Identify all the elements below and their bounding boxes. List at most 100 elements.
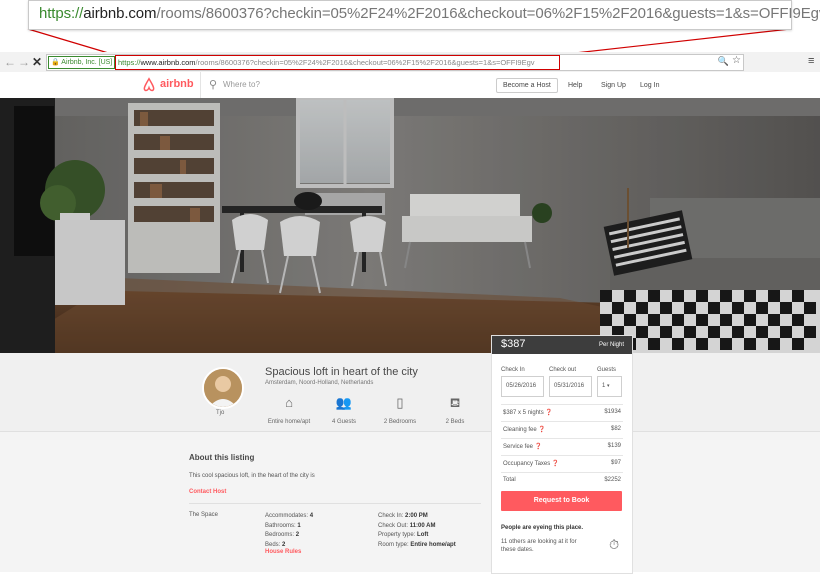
address-bar[interactable]: 🔒 Airbnb, Inc. [US] https://www.airbnb.c… [46,54,744,71]
url-path: /rooms/8600376?checkin=05%2F24%2F2016&ch… [195,58,535,67]
url-domain: airbnb.com [83,5,157,22]
info-icon[interactable]: ❓ [552,461,559,467]
info-icon[interactable]: ❓ [545,410,552,416]
space-key: Check Out: [378,522,409,529]
space-value: Loft [417,532,429,538]
price-row-label: Cleaning fee [503,427,537,433]
forward-arrow-icon[interactable]: → [18,55,30,69]
space-value: 11:00 AM [409,522,436,529]
space-row: Bathrooms: 1 [265,522,313,532]
space-value: Entire home/apt [410,541,456,548]
total-label: Total [503,477,516,483]
guests-select[interactable]: 1 ▾ [597,376,622,397]
checkin-label: Check In [501,367,525,373]
space-value: 4 [309,513,314,519]
back-arrow-icon[interactable]: ← [4,55,16,69]
url-protocol: https:// [39,5,84,22]
amenity-guests: 👥 4 Guests [314,395,374,428]
space-row: Property type: Loft [378,531,456,541]
url-text[interactable]: https://www.airbnb.com/rooms/8600376?che… [115,55,560,70]
space-value: 2:00 PM [405,513,428,519]
search-icon[interactable]: 🔍 [718,56,729,67]
price-row-value: $1934 [604,409,621,415]
info-icon[interactable]: ❓ [535,444,542,450]
close-icon[interactable]: ✕ [32,55,42,69]
total-row: Total $2252 [501,472,623,487]
price-bar: $387 Per Night [492,336,632,354]
security-badge-label: Airbnb, Inc. [US] [61,59,113,66]
info-icon[interactable]: ❓ [538,427,545,433]
checkout-label: Check out [549,367,577,373]
space-row: Check Out: 11:00 AM [378,522,456,532]
host-name[interactable]: Tjo [216,410,224,416]
search-bar[interactable]: ⚲ Where to? [200,72,491,98]
url-domain: www.airbnb.com [140,58,196,67]
amenity-label: 4 Guests [331,419,356,425]
browser-toolbar: ← → ✕ 🔒 Airbnb, Inc. [US] https://www.ai… [0,52,820,73]
security-badge[interactable]: 🔒 Airbnb, Inc. [US] [48,56,116,69]
price-row: $387 x 5 nights ❓ $1934 [501,404,623,419]
checkin-field[interactable]: 05/26/2016 [501,376,544,397]
guests-label: Guests [597,367,617,373]
space-key: Property type: [378,532,416,538]
listing-title: Spacious loft in heart of the city [265,366,418,378]
search-input[interactable]: Where to? [223,80,260,89]
help-link[interactable]: Help [568,82,582,89]
listing-location[interactable]: Amsterdam, Noord-Holland, Netherlands [265,380,373,386]
price-row: Occupancy Taxes ❓ $97 [501,455,623,470]
price-row-label: $387 x 5 nights [503,410,544,416]
login-link[interactable]: Log In [640,82,659,89]
space-row: Room type: Entire home/apt [378,541,456,551]
amenity-bedrooms: ▯ 2 Bedrooms [370,395,430,428]
checkout-field[interactable]: 05/31/2016 [549,376,592,397]
star-icon[interactable]: ☆ [732,55,741,66]
space-details-right: Check In: 2:00 PM Check Out: 11:00 AM Pr… [378,512,456,550]
url-protocol: https:// [118,58,141,67]
space-key: Bathrooms: [265,522,296,529]
signup-link[interactable]: Sign Up [601,82,626,89]
door-icon: ▯ [396,395,404,410]
price-row: Service fee ❓ $139 [501,438,623,453]
house-rules-link[interactable]: House Rules [265,549,301,555]
space-heading: The Space [189,512,219,518]
space-row: Bedrooms: 2 [265,531,313,541]
host-avatar[interactable] [202,367,244,409]
nightly-price: $387 [501,338,526,350]
eyeing-heading: People are eyeing this place. [501,525,584,531]
request-to-book-button[interactable]: Request to Book [501,491,622,511]
space-key: Beds: [265,541,281,548]
living-room-photo [0,98,820,353]
stopwatch-icon: ⏱ [609,537,620,552]
space-key: Check In: [378,513,404,519]
space-details-left: Accommodates: 4 Bathrooms: 1 Bedrooms: 2… [265,512,313,550]
url-zoom-callout: https://airbnb.com/rooms/8600376?checkin… [28,0,820,30]
guests-icon: 👥 [335,395,353,410]
contact-host-link[interactable]: Contact Host [189,489,226,495]
search-icon: ⚲ [209,79,218,91]
per-night-label: Per Night [598,342,624,348]
space-row: Accommodates: 4 [265,512,313,522]
about-heading: About this listing [189,453,255,462]
booking-widget: $387 Per Night Check In Check out Guests… [491,335,633,574]
price-row-label: Occupancy Taxes [503,461,551,467]
amenity-beds: ⛾ 2 Beds [425,395,485,428]
guests-value: 1 [602,383,606,389]
space-key: Bedrooms: [265,532,295,538]
about-text: This cool spacious loft, in the heart of… [189,473,315,479]
airbnb-logo-icon[interactable] [140,76,158,94]
listing-hero-photo[interactable] [0,98,820,353]
home-icon: ⌂ [285,395,293,410]
price-row-value: $97 [610,460,621,466]
price-row-label: Service fee [503,444,534,450]
listing-details-section [0,432,820,572]
airbnb-logo-text[interactable]: airbnb [160,78,194,90]
menu-icon[interactable]: ≡ [808,55,814,67]
space-row: Check In: 2:00 PM [378,512,456,522]
about-divider [189,503,481,504]
amenity-label: Entire home/apt [267,419,311,425]
become-host-button[interactable]: Become a Host [496,78,558,93]
total-value: $2252 [604,477,621,483]
price-row-value: $82 [610,426,621,432]
space-value: 1 [297,522,301,529]
price-row-value: $139 [607,443,621,449]
